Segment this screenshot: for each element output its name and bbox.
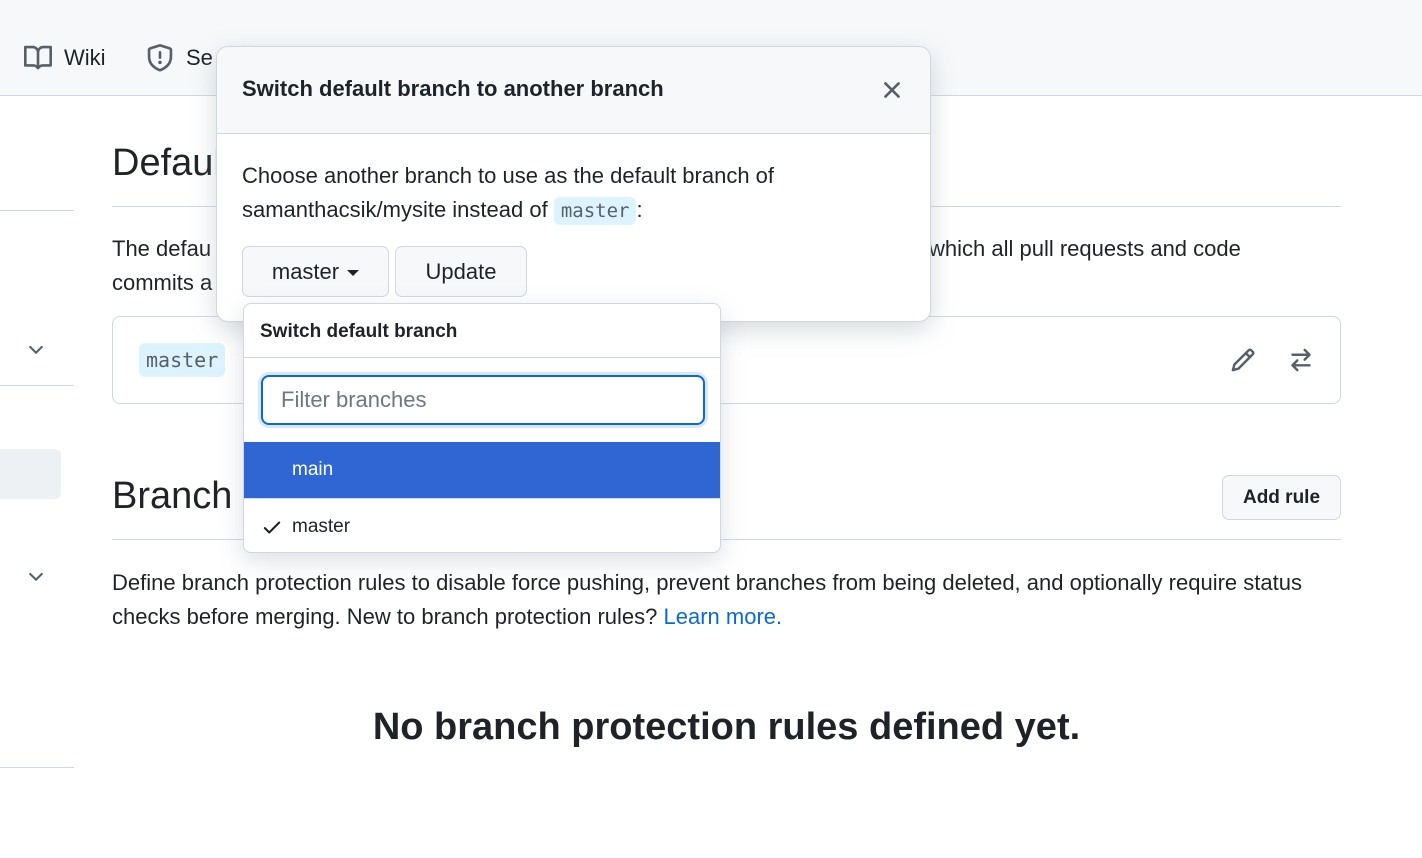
- dialog-description-suffix: :: [636, 197, 643, 222]
- add-rule-button[interactable]: Add rule: [1222, 475, 1341, 520]
- current-branch-name: master: [139, 343, 226, 377]
- check-icon: [261, 516, 283, 538]
- branch-protection-heading: Branch: [112, 475, 233, 517]
- chevron-down-icon: [25, 566, 47, 588]
- dialog-title: Switch default branch to another branch: [242, 76, 664, 101]
- dialog-description-text: Choose another branch to use as the defa…: [242, 163, 775, 222]
- sidebar-divider: [0, 210, 74, 211]
- pencil-icon: [1230, 347, 1256, 373]
- sidebar-expand-toggle[interactable]: [25, 566, 47, 588]
- close-icon: [878, 76, 906, 104]
- empty-state-title: No branch protection rules defined yet.: [372, 706, 1081, 748]
- branch-select-menu: Switch default branch main master: [243, 303, 721, 553]
- chevron-down-icon: [25, 339, 47, 361]
- branch-protection-description: Define branch protection rules to disabl…: [112, 566, 1341, 634]
- branch-select-label: master: [271, 258, 340, 284]
- sidebar-expand-toggle[interactable]: [25, 339, 47, 361]
- dialog-header: Switch default branch to another branch: [217, 47, 930, 134]
- sidebar-item-active[interactable]: [0, 449, 61, 499]
- shield-icon: [146, 44, 174, 72]
- branch-option-master[interactable]: master: [244, 498, 720, 552]
- branch-option-main[interactable]: main: [244, 442, 720, 498]
- branch-option-label: main: [292, 459, 334, 480]
- switch-default-branch-dialog: Switch default branch to another branch …: [216, 46, 931, 322]
- menu-divider: [244, 357, 720, 358]
- learn-more-link[interactable]: Learn more.: [664, 604, 783, 629]
- default-branch-description-2: commits a: [112, 270, 213, 295]
- sidebar-divider: [0, 767, 74, 768]
- branch-select-button[interactable]: master: [242, 246, 389, 297]
- dialog-description: Choose another branch to use as the defa…: [242, 159, 902, 228]
- close-dialog-button[interactable]: [878, 76, 906, 104]
- update-button[interactable]: Update: [395, 246, 527, 297]
- rename-branch-button[interactable]: [1225, 342, 1261, 378]
- current-branch-code: master: [553, 197, 637, 225]
- nav-tab-wiki[interactable]: Wiki: [24, 40, 106, 76]
- nav-tab-label: Wiki: [64, 45, 106, 70]
- arrow-switch-icon: [1288, 347, 1314, 373]
- default-branch-description-1b: which all pull requests and code: [929, 236, 1241, 261]
- switch-branch-button[interactable]: [1283, 342, 1319, 378]
- filter-branches-input[interactable]: [261, 375, 705, 425]
- branch-option-label: master: [292, 516, 351, 537]
- nav-tab-security[interactable]: Se: [146, 40, 213, 76]
- default-branch-heading: Defaul: [112, 142, 222, 184]
- default-branch-description-1: The defau: [112, 236, 212, 261]
- sidebar-divider: [0, 385, 74, 386]
- book-icon: [24, 44, 52, 72]
- caret-down-icon: [347, 269, 360, 276]
- menu-title: Switch default branch: [260, 321, 458, 342]
- nav-tab-label: Se: [186, 45, 213, 70]
